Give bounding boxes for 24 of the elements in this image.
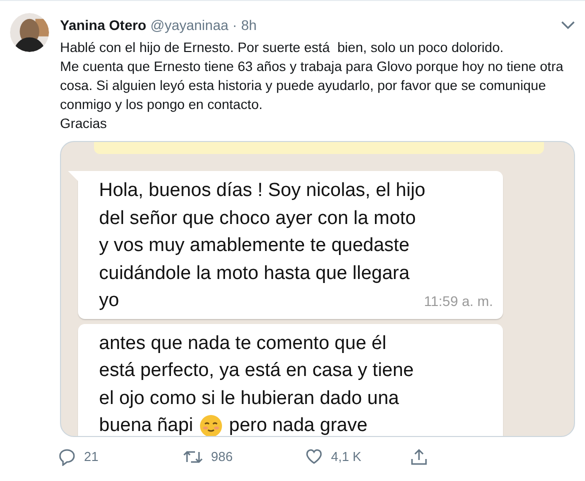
separator: · [232,16,238,34]
message-text: del señor que choco ayer con la moto [99,206,416,230]
message-text: antes que nada te comento que él [99,332,386,356]
tweet-time[interactable]: 8h [241,14,257,36]
heart-icon [305,448,323,466]
message-text: y vos muy amablemente te quedaste [99,234,410,258]
message-text: pero nada grave [229,414,368,436]
message-text: Hola, buenos días ! Soy nicolas, el hijo [99,179,426,203]
message-time: 11:59 a. m. [424,292,493,311]
message-text: el ojo como si le hubieran dado una [99,386,399,410]
tweet-text: Hablé con el hijo de Ernesto. Por suerte está bien, solo un poco dolorido. Me cuenta que Ernesto tiene 63 años y trabaja para Glovo porque hoy no tiene otra cosa. Si alguien leyó esta historia y puede ayudarlo, por favor que se comunique conmigo y los pongo en contacto. Gracias [60,39,564,133]
retweet-button[interactable]: 986 [183,447,305,466]
message-text: está perfecto, ya está en casa y tiene [99,359,414,383]
speech-bubble-icon [58,448,76,466]
reply-button[interactable]: 21 [58,447,183,466]
avatar[interactable] [10,13,49,52]
message-text: cuidándole la moto hasta que llegara [99,262,410,286]
author-name[interactable]: Yanina Otero [60,14,146,36]
author-handle[interactable]: @yayaninaa [150,14,228,36]
message-text: yo [99,289,120,313]
chat-screenshot[interactable] [60,141,575,437]
like-button[interactable]: 4,1 K [305,447,410,466]
message-text: buena ñapi [99,414,194,436]
share-icon[interactable] [410,447,428,466]
